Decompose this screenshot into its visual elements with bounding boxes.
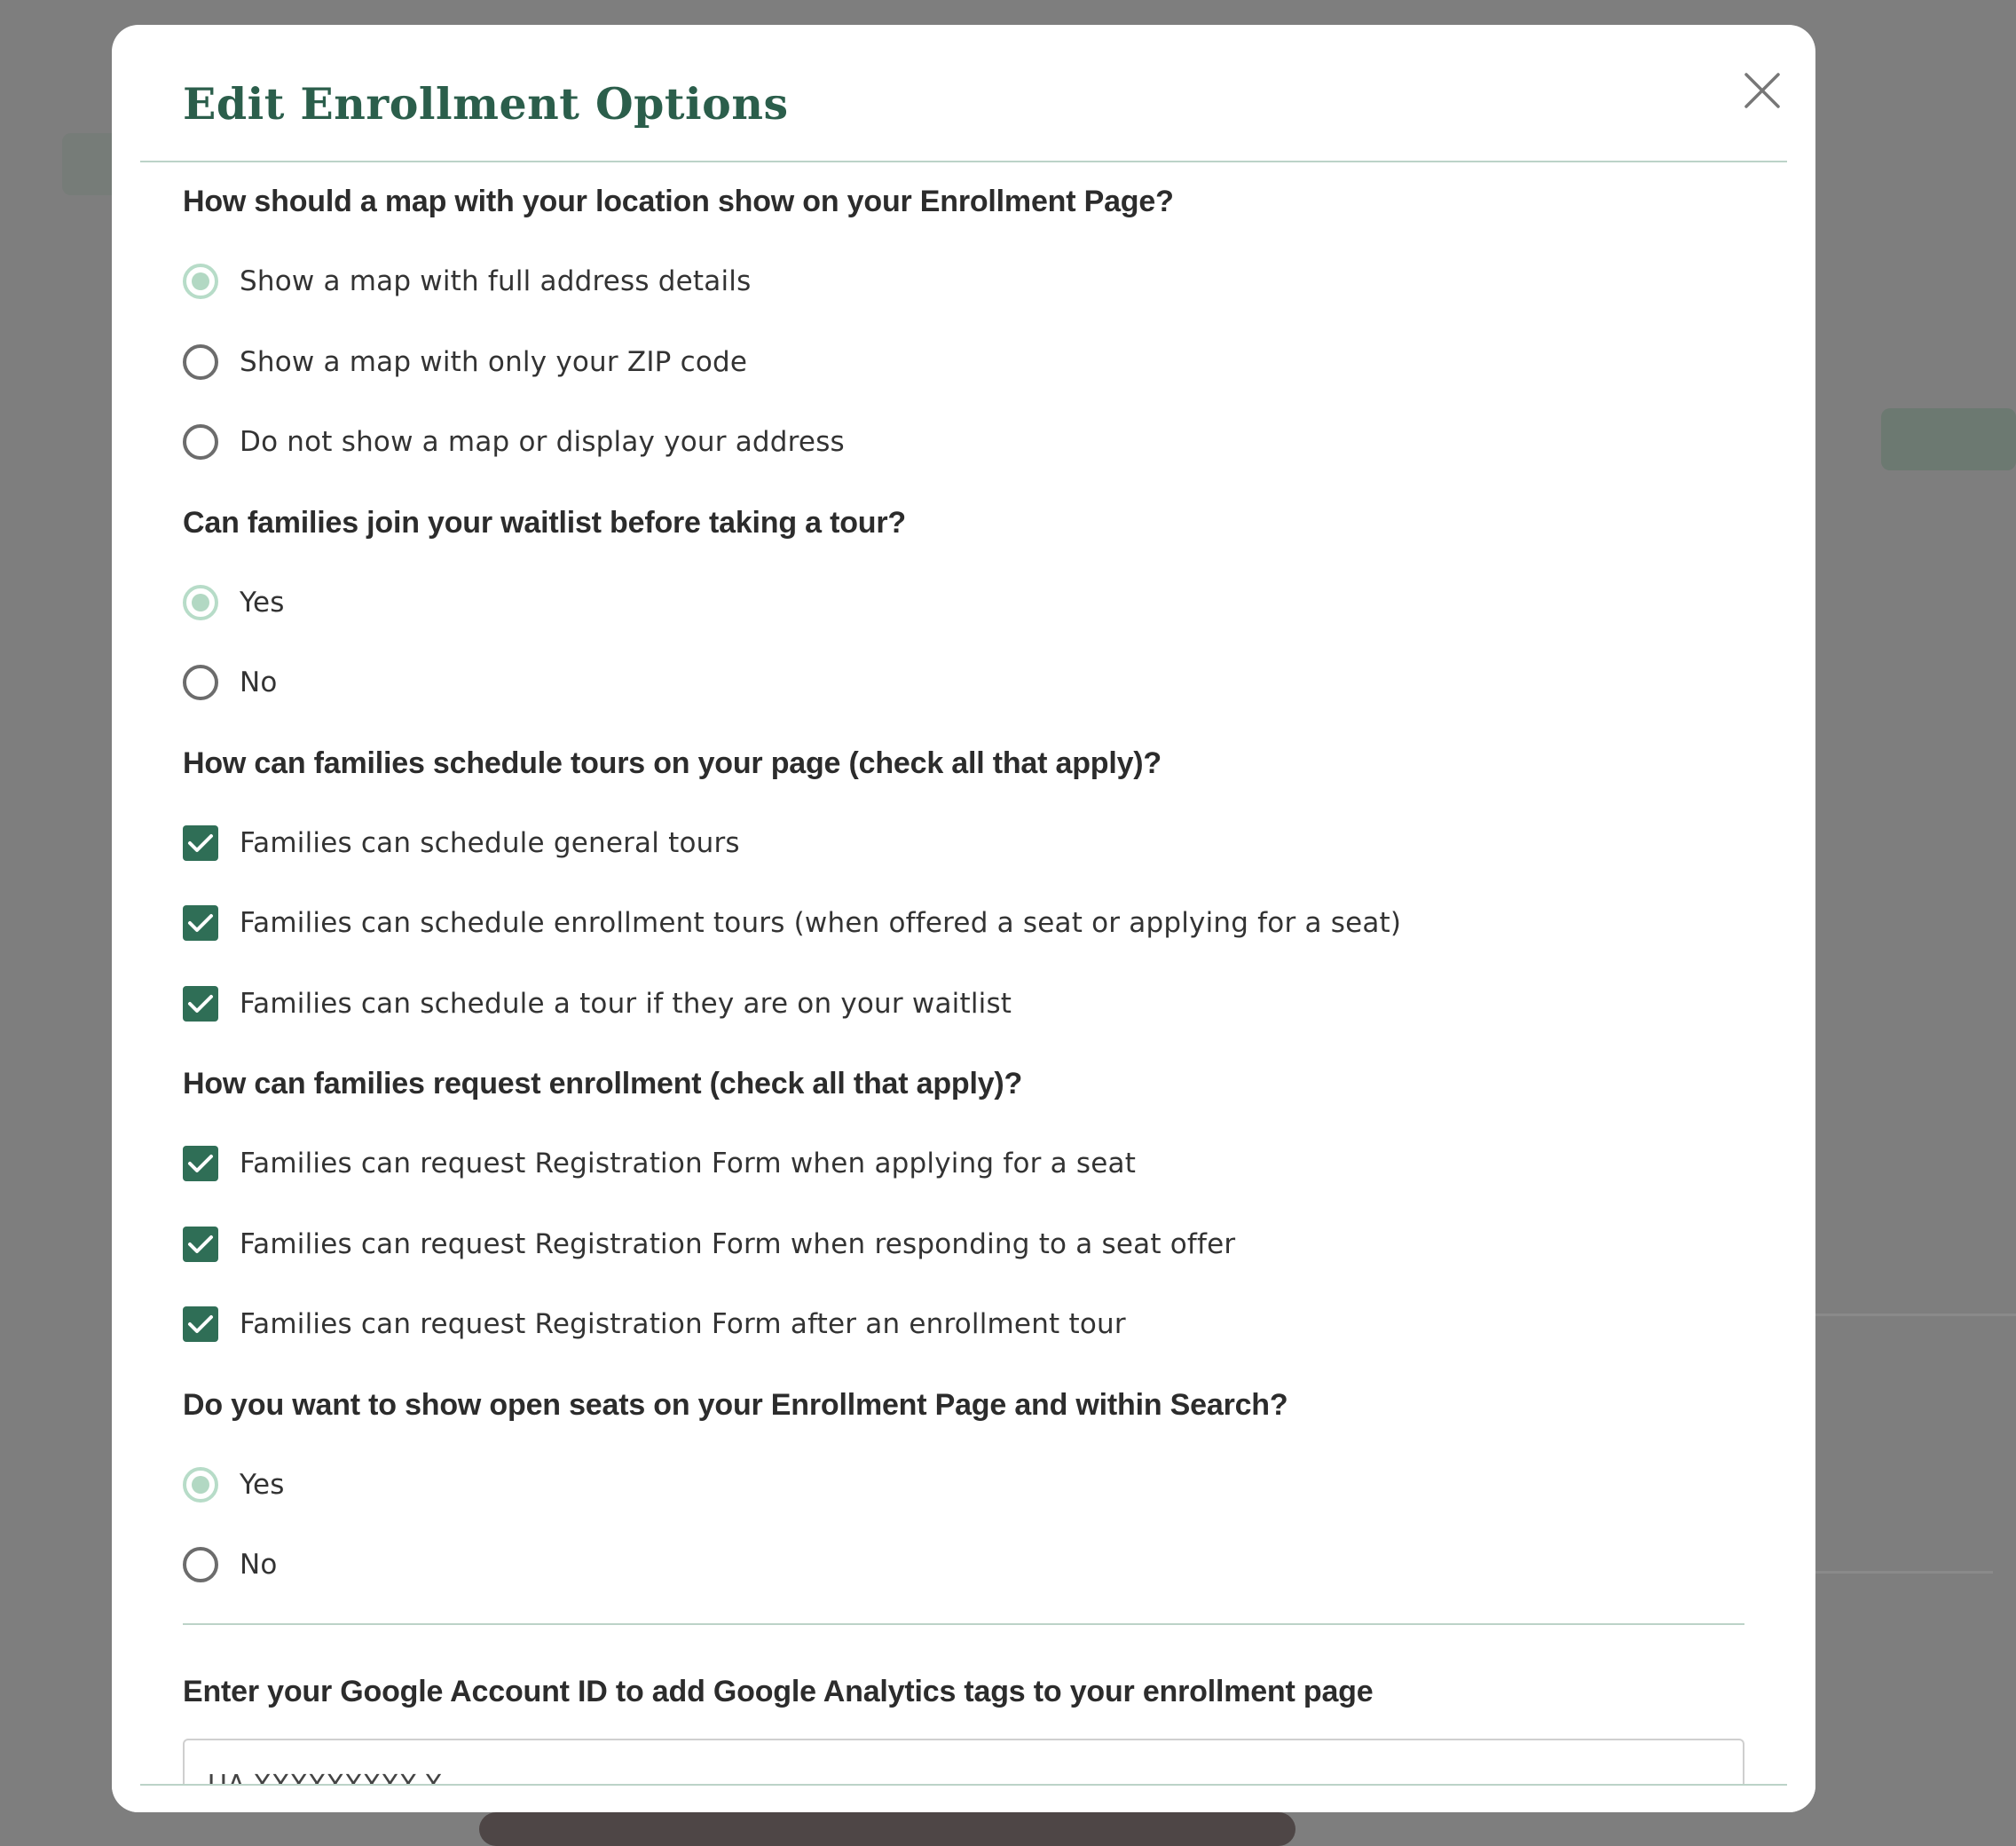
option-label: Families can request Registration Form w… — [240, 1227, 1236, 1260]
seats-option-no[interactable]: No — [183, 1525, 1744, 1605]
map-option-zip-only[interactable]: Show a map with only your ZIP code — [183, 322, 1744, 403]
section-divider — [183, 1622, 1744, 1625]
edit-enrollment-options-modal: Edit Enrollment Options How should a map… — [112, 25, 1815, 1812]
checkmark-icon — [188, 1155, 213, 1173]
modal-header: Edit Enrollment Options — [112, 25, 1815, 162]
close-button[interactable] — [1736, 64, 1789, 117]
background-divider-2 — [1815, 1571, 1993, 1574]
checkbox-checked[interactable] — [183, 1306, 218, 1343]
radio-button[interactable] — [183, 665, 218, 701]
map-option-no-map[interactable]: Do not show a map or display your addres… — [183, 402, 1744, 483]
waitlist-question-group: Can families join your waitlist before t… — [183, 483, 1744, 723]
option-label: Families can schedule enrollment tours (… — [240, 907, 1402, 940]
background-image — [479, 1812, 1295, 1846]
radio-button-selected[interactable] — [183, 1466, 218, 1503]
radio-button-selected[interactable] — [183, 584, 218, 620]
analytics-label: Enter your Google Account ID to add Goog… — [183, 1674, 1374, 1708]
modal-title: Edit Enrollment Options — [183, 78, 789, 130]
checkmark-icon — [188, 833, 213, 852]
option-label: Yes — [240, 586, 285, 619]
map-option-full-address[interactable]: Show a map with full address details — [183, 241, 1744, 322]
option-label: Families can request Registration Form a… — [240, 1308, 1126, 1341]
option-label: No — [240, 667, 278, 699]
enrollment-question-label: How can families request enrollment (che… — [183, 1067, 1023, 1100]
checkbox-checked[interactable] — [183, 905, 218, 942]
footer-divider — [140, 1784, 1787, 1786]
checkbox-checked[interactable] — [183, 1146, 218, 1182]
option-label: Families can schedule a tour if they are… — [240, 987, 1012, 1020]
tours-question-group: How can families schedule tours on your … — [183, 723, 1744, 1045]
enrollment-question-group: How can families request enrollment (che… — [183, 1044, 1744, 1365]
tours-option-enrollment[interactable]: Families can schedule enrollment tours (… — [183, 883, 1744, 964]
checkbox-checked[interactable] — [183, 1226, 218, 1262]
enrollment-option-applying[interactable]: Families can request Registration Form w… — [183, 1124, 1744, 1204]
waitlist-option-yes[interactable]: Yes — [183, 563, 1744, 643]
checkmark-icon — [188, 1235, 213, 1253]
modal-content: How should a map with your location show… — [183, 162, 1744, 1810]
tours-option-general[interactable]: Families can schedule general tours — [183, 803, 1744, 884]
checkbox-checked[interactable] — [183, 824, 218, 861]
seats-question-group: Do you want to show open seats on your E… — [183, 1365, 1744, 1605]
option-label: Do not show a map or display your addres… — [240, 426, 845, 459]
background-button — [1881, 408, 2016, 470]
radio-button[interactable] — [183, 343, 218, 380]
option-label: Families can request Registration Form w… — [240, 1148, 1137, 1180]
map-question-label: How should a map with your location show… — [183, 185, 1174, 218]
option-label: Families can schedule general tours — [240, 826, 740, 859]
checkmark-icon — [188, 994, 213, 1013]
tours-question-label: How can families schedule tours on your … — [183, 746, 1162, 780]
option-label: Yes — [240, 1468, 285, 1501]
checkbox-checked[interactable] — [183, 985, 218, 1022]
option-label: Show a map with only your ZIP code — [240, 345, 748, 378]
enrollment-option-after-tour[interactable]: Families can request Registration Form a… — [183, 1284, 1744, 1365]
tours-option-waitlist[interactable]: Families can schedule a tour if they are… — [183, 964, 1744, 1045]
waitlist-option-no[interactable]: No — [183, 643, 1744, 723]
modal-footer-mask — [112, 1785, 1815, 1812]
option-label: No — [240, 1549, 278, 1582]
radio-button-selected[interactable] — [183, 264, 218, 300]
radio-button[interactable] — [183, 424, 218, 461]
checkmark-icon — [188, 914, 213, 933]
checkmark-icon — [188, 1315, 213, 1334]
map-question-group: How should a map with your location show… — [183, 162, 1744, 483]
waitlist-question-label: Can families join your waitlist before t… — [183, 505, 906, 540]
option-label: Show a map with full address details — [240, 265, 752, 298]
background-divider — [1815, 1314, 2016, 1316]
seats-question-label: Do you want to show open seats on your E… — [183, 1387, 1288, 1422]
radio-button[interactable] — [183, 1547, 218, 1583]
enrollment-option-seat-offer[interactable]: Families can request Registration Form w… — [183, 1204, 1744, 1285]
close-icon — [1744, 73, 1780, 108]
seats-option-yes[interactable]: Yes — [183, 1445, 1744, 1526]
